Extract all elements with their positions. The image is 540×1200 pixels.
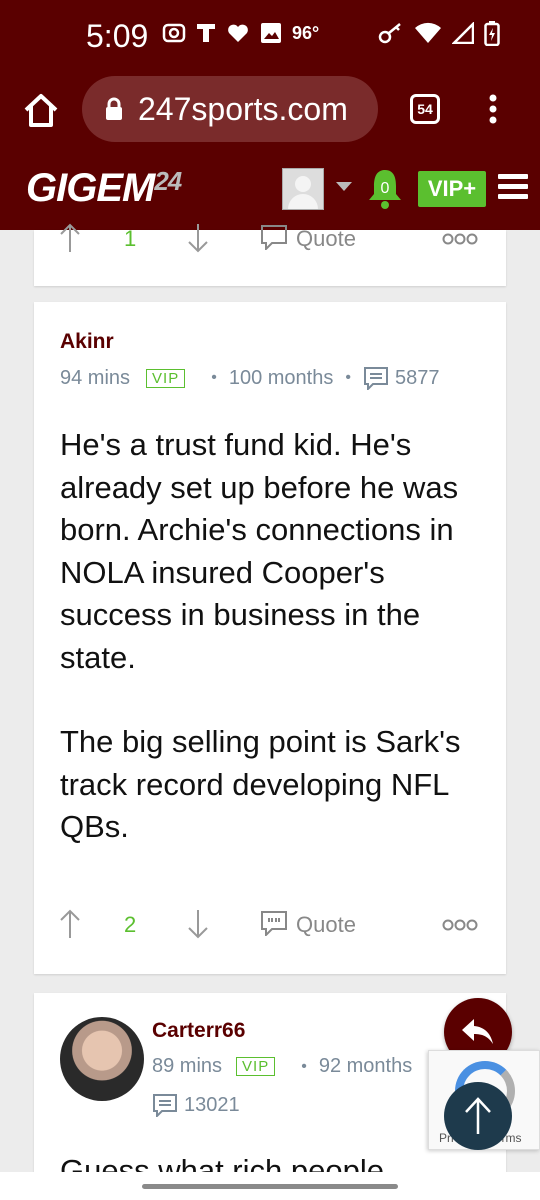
- more-options-icon[interactable]: [442, 232, 478, 246]
- quote-button[interactable]: Quote: [296, 912, 356, 938]
- notification-count: 0: [381, 180, 390, 197]
- separator-dot: •: [301, 1057, 307, 1075]
- chevron-down-icon[interactable]: [336, 182, 352, 191]
- membership-duration: 100 months: [228, 366, 334, 389]
- vip-badge: VIP: [146, 368, 186, 388]
- logo-text: GIGEM: [26, 166, 155, 210]
- url-text: 247sports.com: [138, 90, 348, 127]
- status-left-icons: 96°: [162, 22, 319, 44]
- logo-number: 24: [154, 166, 182, 196]
- upvote-arrow-icon[interactable]: [58, 222, 82, 254]
- previous-post-card: 1 Quote: [34, 223, 506, 286]
- post-count: 13021: [184, 1093, 240, 1116]
- battery-icon: [484, 21, 500, 46]
- hamburger-menu-icon[interactable]: [498, 174, 528, 200]
- upvote-arrow-icon[interactable]: [58, 908, 82, 940]
- lock-icon: [106, 97, 122, 120]
- previous-post-actions: 1 Quote: [34, 222, 506, 262]
- posts-count-icon: [363, 367, 388, 390]
- wifi-icon: [415, 22, 441, 43]
- camera-icon: [162, 23, 186, 43]
- notification-bell-icon[interactable]: 0: [366, 166, 404, 210]
- upvote-count: 1: [124, 226, 137, 251]
- vip-plus-label: VIP+: [427, 176, 477, 201]
- address-bar[interactable]: 247sports.com: [82, 76, 378, 142]
- author-avatar[interactable]: [60, 1017, 144, 1101]
- browser-toolbar: 247sports.com 54: [0, 72, 540, 148]
- quote-icon[interactable]: [260, 224, 288, 250]
- upvote-count: 2: [124, 912, 137, 937]
- post-card: Akinr 94 mins VIP • 100 months • 5877 He…: [34, 302, 506, 974]
- post-count: 5877: [394, 366, 440, 389]
- post-actions: 2 Quote: [34, 908, 506, 948]
- default-avatar-icon: [288, 176, 318, 209]
- posts-count-icon: [153, 1094, 177, 1117]
- t-mobile-icon: [197, 24, 215, 42]
- post-time: 94 mins: [60, 366, 131, 389]
- post-paragraph: He's a trust fund kid. He's already set …: [60, 427, 459, 675]
- key-icon: [378, 23, 401, 44]
- status-bar: 5:09 96°: [0, 0, 540, 72]
- status-time: 5:09: [86, 18, 149, 54]
- post-meta: 94 mins VIP • 100 months • 5877: [60, 366, 439, 390]
- post-meta: 89 mins VIP • 92 months: [152, 1055, 412, 1078]
- temperature: 96°: [292, 22, 320, 43]
- vip-badge: VIP: [236, 1057, 276, 1076]
- downvote-arrow-icon[interactable]: [186, 908, 210, 940]
- reply-arrow-icon: [462, 1019, 493, 1044]
- scroll-to-top-button[interactable]: [444, 1082, 512, 1150]
- separator-dot: •: [345, 369, 351, 386]
- system-nav-bar: [0, 1172, 540, 1200]
- status-right-icons: [378, 20, 500, 46]
- vip-plus-button[interactable]: VIP+: [418, 171, 486, 207]
- post-time: 89 mins: [152, 1055, 223, 1077]
- post-body: He's a trust fund kid. He's already set …: [60, 424, 490, 849]
- membership-duration: 92 months: [318, 1055, 413, 1077]
- user-avatar[interactable]: [282, 168, 324, 210]
- browser-menu-icon[interactable]: [488, 94, 498, 124]
- post-author[interactable]: Akinr: [60, 330, 114, 354]
- home-icon[interactable]: [22, 92, 60, 128]
- downvote-arrow-icon[interactable]: [186, 222, 210, 254]
- post-author[interactable]: Carterr66: [152, 1019, 245, 1043]
- separator-dot: •: [211, 369, 217, 386]
- site-logo[interactable]: GIGEM24: [26, 166, 182, 211]
- more-options-icon[interactable]: [442, 918, 478, 932]
- signal-icon: [452, 22, 474, 44]
- heart-icon: [228, 24, 248, 42]
- post-count-row: 13021: [152, 1093, 240, 1117]
- tab-switcher-button[interactable]: 54: [410, 94, 440, 124]
- arrow-up-icon: [465, 1097, 491, 1134]
- quote-button[interactable]: Quote: [296, 226, 356, 252]
- post-paragraph: The big selling point is Sark's track re…: [60, 724, 461, 844]
- tab-count: 54: [417, 101, 433, 117]
- quote-icon[interactable]: [260, 910, 288, 936]
- image-icon: [261, 23, 281, 43]
- site-header: GIGEM24 0 VIP+: [0, 148, 540, 230]
- home-gesture-handle[interactable]: [142, 1184, 398, 1189]
